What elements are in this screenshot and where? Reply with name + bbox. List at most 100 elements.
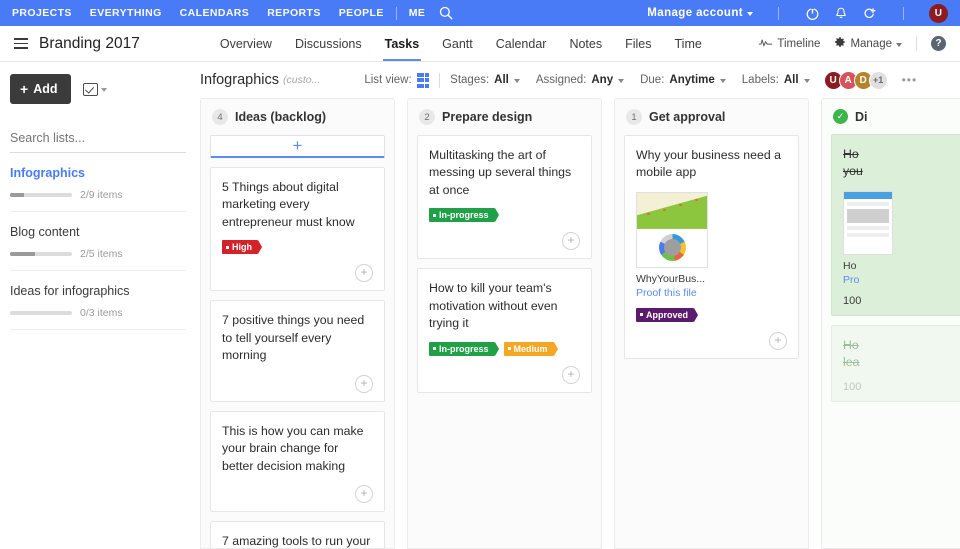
more-options-icon[interactable]: ••• xyxy=(902,73,918,87)
add-subtask-icon[interactable]: + xyxy=(355,264,373,282)
tab-files[interactable]: Files xyxy=(625,27,651,60)
status-badge[interactable]: In-progress xyxy=(429,208,495,222)
board: Infographics (custo... List view: Stages… xyxy=(196,62,960,549)
main-body: + Add Infographics 2/9 items Blog conten… xyxy=(0,62,960,549)
topnav-item-everything[interactable]: EVERYTHING xyxy=(90,7,162,19)
topnav-item-calendars[interactable]: CALENDARS xyxy=(180,7,250,19)
chevron-down-icon xyxy=(101,88,107,92)
progress-bar xyxy=(10,252,72,256)
check-circle-icon: ✓ xyxy=(833,109,848,124)
attachment-name: Ho xyxy=(843,260,960,272)
add-card-button[interactable]: + xyxy=(210,135,385,158)
status-badge[interactable]: High xyxy=(222,240,258,254)
chevron-down-icon xyxy=(720,79,726,83)
tab-tasks[interactable]: Tasks xyxy=(385,27,420,60)
global-nav: PROJECTS EVERYTHING CALENDARS REPORTS PE… xyxy=(12,7,384,19)
sidebar-item-ideas-for-infographics[interactable]: Ideas for infographics 0/3 items xyxy=(10,271,186,330)
task-card[interactable]: Why your business need a mobile app xyxy=(624,135,799,359)
avatar[interactable]: U xyxy=(929,4,948,23)
sidebar-item-blog-content[interactable]: Blog content 2/5 items xyxy=(10,212,186,271)
toolbar-divider xyxy=(439,73,440,88)
proof-file-link[interactable]: Pro xyxy=(843,274,960,286)
add-subtask-icon[interactable]: + xyxy=(769,332,787,350)
filter-assigned[interactable]: Assigned: Any xyxy=(536,74,624,86)
manage-account-menu[interactable]: Manage account xyxy=(647,7,753,19)
tag-label: In-progress xyxy=(439,344,489,354)
help-icon[interactable]: ? xyxy=(931,36,946,51)
filter-value: Anytime xyxy=(669,74,714,86)
task-tags: High xyxy=(222,240,373,254)
topnav-item-projects[interactable]: PROJECTS xyxy=(12,7,72,19)
filter-stages[interactable]: Stages: All xyxy=(450,74,520,86)
task-card[interactable]: 7 amazing tools to run your business suc… xyxy=(210,521,385,549)
sidebar-item-infographics[interactable]: Infographics 2/9 items xyxy=(10,153,186,212)
progress-bar xyxy=(10,311,72,315)
filter-label: Stages: xyxy=(450,74,489,86)
project-tabs: Overview Discussions Tasks Gantt Calenda… xyxy=(220,27,702,60)
task-card-footer: + xyxy=(222,475,373,503)
tab-calendar[interactable]: Calendar xyxy=(496,27,547,60)
avatar-overflow[interactable]: +1 xyxy=(869,71,888,90)
gear-icon xyxy=(834,36,846,51)
topbar-divider-2 xyxy=(903,7,904,20)
topnav-item-people[interactable]: PEOPLE xyxy=(339,7,384,19)
add-button[interactable]: + Add xyxy=(10,74,71,104)
task-title: This is how you can make your brain chan… xyxy=(222,423,373,475)
add-subtask-icon[interactable]: + xyxy=(562,232,580,250)
add-user-icon[interactable] xyxy=(862,5,878,21)
task-card[interactable]: This is how you can make your brain chan… xyxy=(210,411,385,512)
filter-label: Assigned: xyxy=(536,74,587,86)
topbar-right-group: Manage account U xyxy=(647,4,948,23)
task-card[interactable]: How to kill your team's motivation witho… xyxy=(417,268,592,392)
list-view-label: List view: xyxy=(364,74,411,86)
topnav-item-me[interactable]: ME xyxy=(409,7,426,19)
task-tags: In-progress xyxy=(429,208,580,222)
list-view-selector[interactable]: List view: xyxy=(364,73,429,88)
tab-overview[interactable]: Overview xyxy=(220,27,272,60)
add-subtask-icon[interactable]: + xyxy=(562,366,580,384)
task-tags: In-progress Medium xyxy=(429,342,580,356)
chevron-down-icon xyxy=(896,43,902,47)
task-type-selector[interactable] xyxy=(83,83,107,96)
add-subtask-icon[interactable]: + xyxy=(355,375,373,393)
task-card[interactable]: 7 positive things you need to tell yours… xyxy=(210,300,385,401)
tab-notes[interactable]: Notes xyxy=(569,27,602,60)
proof-file-link[interactable]: Proof this file xyxy=(636,287,787,299)
filter-due[interactable]: Due: Anytime xyxy=(640,74,726,86)
grid-view-icon xyxy=(417,73,430,88)
task-title: 5 Things about digital marketing every e… xyxy=(222,179,373,231)
add-subtask-icon[interactable]: + xyxy=(355,485,373,503)
priority-badge[interactable]: Medium xyxy=(504,342,554,356)
power-icon[interactable] xyxy=(804,5,820,21)
tab-discussions[interactable]: Discussions xyxy=(295,27,362,60)
task-card[interactable]: 5 Things about digital marketing every e… xyxy=(210,167,385,291)
task-title: 7 positive things you need to tell yours… xyxy=(222,312,373,364)
global-topbar: PROJECTS EVERYTHING CALENDARS REPORTS PE… xyxy=(0,0,960,26)
task-card[interactable]: Ho lea 100 xyxy=(831,325,960,402)
status-badge[interactable]: Approved xyxy=(636,308,694,322)
tab-gantt[interactable]: Gantt xyxy=(442,27,473,60)
task-attachment[interactable]: Ho Pro 100 xyxy=(843,191,960,307)
bell-icon[interactable] xyxy=(833,5,849,21)
manage-menu[interactable]: Manage xyxy=(834,36,902,51)
timeline-button[interactable]: Timeline xyxy=(758,37,820,51)
task-card[interactable]: Ho you Ho Pro 100 xyxy=(831,134,960,316)
list-progress: 2/9 items xyxy=(10,189,186,201)
tab-time[interactable]: Time xyxy=(675,27,702,60)
search-icon[interactable] xyxy=(438,5,454,21)
hamburger-menu-icon[interactable] xyxy=(14,38,28,49)
filter-labels[interactable]: Labels: All xyxy=(742,74,810,86)
column-ideas-backlog: 4 Ideas (backlog) + 5 Things about digit… xyxy=(200,98,395,549)
task-title: Ho xyxy=(843,337,960,354)
search-lists-input[interactable] xyxy=(10,128,186,153)
status-badge[interactable]: In-progress xyxy=(429,342,495,356)
column-title: Prepare design xyxy=(442,110,532,124)
column-header: 1 Get approval xyxy=(624,108,799,135)
filter-label: Labels: xyxy=(742,74,779,86)
task-attachment[interactable]: WhyYourBus... Proof this file xyxy=(636,192,787,299)
topnav-item-reports[interactable]: REPORTS xyxy=(267,7,321,19)
topbar-divider-1 xyxy=(778,7,779,20)
tag-label: High xyxy=(232,242,252,252)
task-card[interactable]: Multitasking the art of messing up sever… xyxy=(417,135,592,259)
project-header-actions: Timeline Manage ? xyxy=(758,36,946,51)
